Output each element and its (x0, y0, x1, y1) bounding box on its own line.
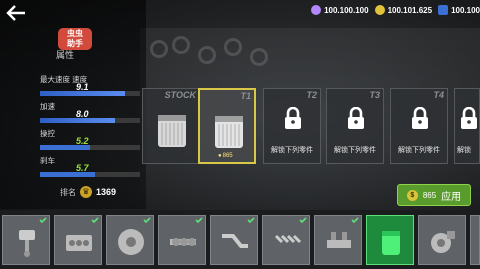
piston-icon (19, 230, 35, 257)
part-slot-turbo[interactable] (418, 215, 466, 265)
check-icon (195, 217, 203, 223)
gold-coin-icon: ● (218, 153, 222, 159)
camshaft-icon (170, 238, 196, 246)
lock-icon (348, 107, 364, 129)
currency-bar: 100.100.100 100.101.625 100.100 (311, 5, 480, 15)
air-filter-icon (158, 115, 186, 147)
check-icon (351, 217, 359, 223)
check-icon (91, 217, 99, 223)
part-card-t5-locked[interactable]: 解锁 (454, 88, 480, 164)
wall-tires-decoration (150, 36, 280, 76)
stat-label-acceleration: 加速 (40, 102, 55, 111)
check-icon (39, 217, 47, 223)
card-tier-tag: T4 (433, 90, 444, 100)
stats-panel: 虫虫 助手 属性 最大速度 速度 9.1 加速 8.0 操控 5.2 刹车 5.… (0, 0, 146, 209)
stat-bar-braking (40, 172, 140, 177)
air-filter-icon (215, 116, 243, 148)
intake-icon (327, 232, 351, 248)
gear-coin-icon (311, 5, 322, 15)
air-filter-icon (382, 231, 400, 255)
parts-toolbar (0, 210, 480, 269)
part-slot-injector[interactable] (262, 215, 310, 265)
cash-icon (438, 5, 449, 15)
currency-cash-value: 100.100 (451, 5, 480, 15)
unlock-hint: 解锁下列零件 (271, 147, 313, 154)
stat-label-handling: 操控 (40, 129, 55, 138)
rank-display: 排名 ♛ 1369 (60, 186, 116, 198)
helper-badge[interactable]: 虫虫 助手 (58, 28, 92, 50)
apply-label: 应用 (441, 191, 462, 203)
trophy-icon: ♛ (80, 186, 92, 198)
card-tier-tag: T3 (369, 90, 380, 100)
lock-icon (412, 107, 428, 129)
card-price: ● 865 (218, 153, 233, 159)
attributes-title: 属性 (56, 50, 75, 60)
back-arrow-icon[interactable] (6, 4, 26, 22)
currency-cash[interactable]: 100.100 (438, 5, 480, 15)
part-card-t4-locked[interactable]: T4 解锁下列零件 (390, 88, 448, 164)
currency-gold[interactable]: 100.101.625 (374, 5, 433, 15)
stat-bar-acceleration (40, 118, 140, 123)
stat-bar-handling (40, 145, 140, 150)
apply-button[interactable]: $ 865 应用 (397, 184, 471, 206)
check-icon (299, 217, 307, 223)
turbo-icon (431, 231, 455, 253)
exhaust-icon (222, 234, 248, 248)
engine-block-icon (66, 235, 92, 251)
part-slot-exhaust[interactable] (210, 215, 258, 265)
part-card-t3-locked[interactable]: T3 解锁下列零件 (326, 88, 384, 164)
unlock-hint: 解锁 (457, 147, 471, 154)
part-slot-air-filter[interactable] (366, 215, 414, 265)
unlock-hint: 解锁下列零件 (334, 147, 376, 154)
check-icon (247, 217, 255, 223)
flywheel-icon (118, 229, 144, 255)
unlock-hint: 解锁下列零件 (398, 147, 440, 154)
part-card-t2-locked[interactable]: T2 解锁下列零件 (263, 88, 321, 164)
lock-icon (285, 107, 301, 129)
part-slot-intake[interactable] (314, 215, 362, 265)
currency-gears-value: 100.100.100 (324, 5, 369, 15)
part-slot-flywheel[interactable] (106, 215, 154, 265)
currency-gold-value: 100.101.625 (387, 5, 433, 15)
rank-label: 排名 (60, 187, 76, 197)
card-tier-tag: STOCK (164, 90, 196, 100)
part-slot-engine-block[interactable] (54, 215, 102, 265)
rank-value: 1369 (96, 187, 117, 197)
apply-cost: 865 (422, 190, 437, 200)
part-card-stock[interactable]: STOCK (142, 88, 200, 164)
stat-label-braking: 刹车 (40, 156, 55, 165)
stat-bar-top-speed (40, 91, 140, 96)
gold-coin-icon (374, 5, 385, 15)
card-tier-tag: T1 (240, 91, 251, 101)
currency-gears[interactable]: 100.100.100 (311, 5, 369, 15)
gold-coin-icon: $ (406, 189, 418, 201)
lock-icon (461, 107, 477, 129)
part-card-t1[interactable]: T1 ● 865 (198, 88, 256, 164)
part-slot-camshaft[interactable] (158, 215, 206, 265)
part-slot-piston[interactable] (2, 215, 50, 265)
part-slot-more[interactable] (470, 215, 480, 265)
card-tier-tag: T2 (306, 90, 317, 100)
injector-icon (274, 234, 302, 244)
check-icon (143, 217, 151, 223)
